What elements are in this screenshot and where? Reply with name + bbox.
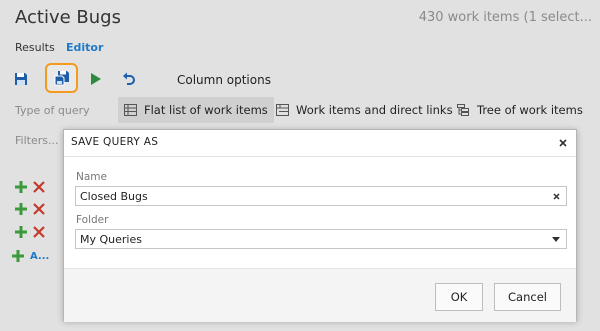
- tab-results[interactable]: Results: [15, 41, 55, 54]
- plus-icon: [15, 226, 27, 238]
- name-label: Name: [76, 171, 107, 183]
- play-icon: [91, 73, 101, 85]
- filters-label: Filters...: [15, 134, 59, 147]
- dialog-titlebar: SAVE QUERY AS: [64, 130, 576, 157]
- close-icon: [559, 139, 567, 147]
- run-query-button[interactable]: [85, 68, 107, 90]
- clause-row: [12, 223, 52, 241]
- query-type-direct-links[interactable]: Work items and direct links: [270, 97, 459, 123]
- page-title: Active Bugs: [15, 7, 121, 28]
- dialog-title: SAVE QUERY AS: [71, 136, 159, 148]
- clause-row: [12, 178, 52, 196]
- dialog-close-button[interactable]: [557, 137, 569, 149]
- save-as-icon: [54, 71, 69, 86]
- delete-icon: [33, 181, 45, 193]
- tab-editor[interactable]: Editor: [66, 41, 103, 54]
- undo-button[interactable]: [118, 68, 140, 90]
- work-item-count: 430 work items (1 select...: [418, 10, 592, 25]
- folder-label: Folder: [76, 214, 109, 226]
- folder-dropdown-button[interactable]: [551, 234, 561, 244]
- query-type-tree[interactable]: Tree of work items: [451, 97, 589, 123]
- save-icon: [15, 73, 27, 85]
- undo-icon: [123, 72, 135, 85]
- column-options-button[interactable]: Column options: [177, 73, 271, 87]
- plus-icon: [12, 250, 24, 262]
- folder-select[interactable]: My Queries: [75, 229, 567, 249]
- query-type-tree-label: Tree of work items: [477, 103, 583, 117]
- dialog-footer: OK Cancel: [64, 268, 576, 322]
- plus-icon: [15, 203, 27, 215]
- query-type-label: Type of query: [15, 104, 90, 117]
- add-new-clause-link[interactable]: A...: [30, 251, 49, 262]
- delete-clause-button[interactable]: [30, 178, 48, 196]
- save-as-button[interactable]: [51, 67, 73, 89]
- ok-button[interactable]: OK: [435, 283, 483, 311]
- add-new-clause-row: A...: [12, 250, 49, 262]
- clear-icon: [552, 192, 560, 200]
- save-query-as-dialog: SAVE QUERY AS Name Folder My Queries OK …: [63, 129, 577, 322]
- add-clause-button[interactable]: [12, 178, 30, 196]
- name-input[interactable]: [80, 189, 566, 203]
- chevron-down-icon: [552, 236, 560, 242]
- add-clause-button[interactable]: [12, 200, 30, 218]
- delete-icon: [33, 226, 45, 238]
- direct-links-icon: [276, 104, 289, 116]
- delete-clause-button[interactable]: [30, 200, 48, 218]
- query-type-direct-label: Work items and direct links: [296, 103, 453, 117]
- add-clause-button[interactable]: [12, 223, 30, 241]
- clause-row: [12, 200, 52, 218]
- folder-select-value: My Queries: [80, 232, 142, 246]
- tree-icon: [457, 104, 469, 116]
- cancel-button[interactable]: Cancel: [494, 283, 561, 311]
- delete-clause-button[interactable]: [30, 223, 48, 241]
- delete-icon: [33, 203, 45, 215]
- clear-name-button[interactable]: [551, 191, 561, 201]
- query-type-flat-list[interactable]: Flat list of work items: [118, 97, 274, 123]
- flat-list-icon: [124, 104, 137, 116]
- name-field[interactable]: [75, 186, 567, 206]
- plus-icon: [15, 181, 27, 193]
- save-query-button[interactable]: [10, 68, 32, 90]
- query-type-flat-label: Flat list of work items: [144, 103, 268, 117]
